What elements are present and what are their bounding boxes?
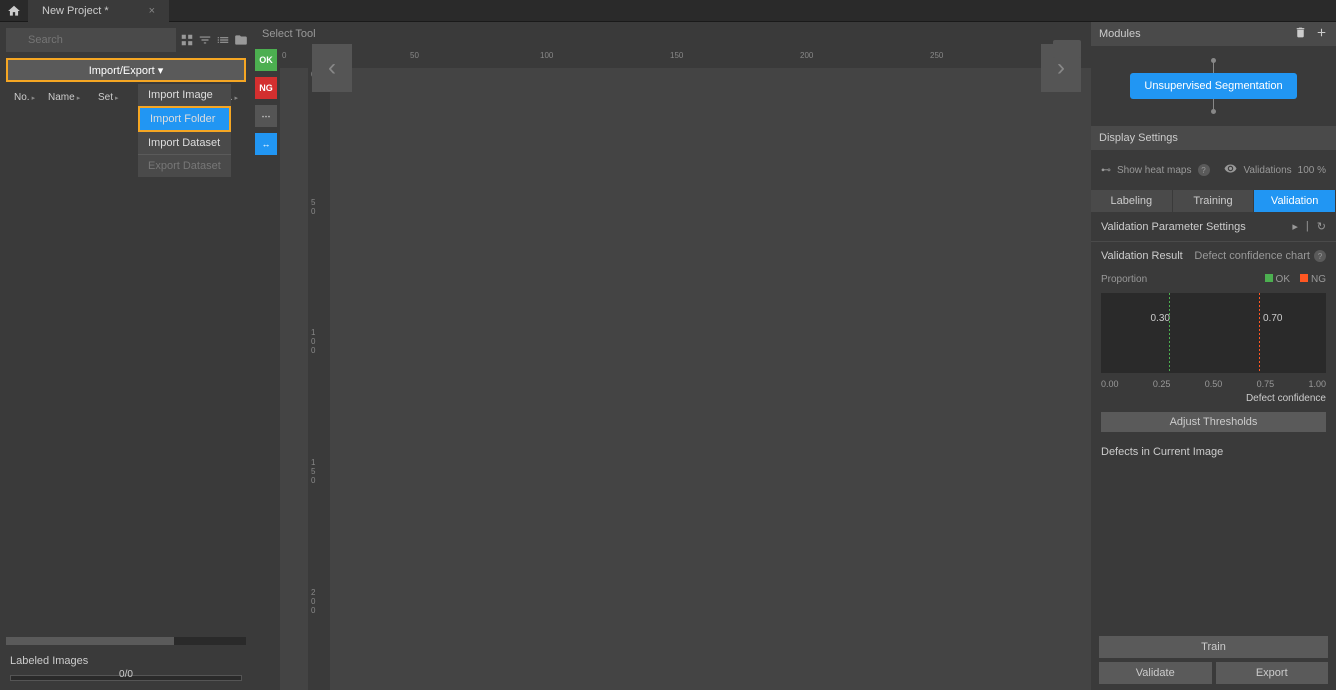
threshold-ng-line[interactable] (1259, 293, 1260, 373)
expand-icon[interactable]: ▸ (1292, 220, 1298, 233)
project-tab[interactable]: New Project * × (28, 0, 169, 22)
defect-confidence-chart: 0.30 0.70 (1101, 293, 1326, 373)
x-axis-title: Defect confidence (1091, 391, 1336, 406)
filter-icon[interactable] (198, 28, 212, 52)
canvas-panel: Select Tool OK NG ⋯ ↔ 0 50 100 150 200 2… (252, 22, 1091, 690)
export-button[interactable]: Export (1216, 662, 1329, 684)
legend-ok-color (1265, 274, 1273, 282)
right-panel: Modules Unsupervised Segmentation Displa… (1091, 22, 1336, 690)
image-list (0, 109, 252, 633)
prev-image-button[interactable]: ‹ (312, 44, 352, 92)
adjust-thresholds-button[interactable]: Adjust Thresholds (1101, 412, 1326, 432)
close-tab-icon[interactable]: × (149, 5, 155, 17)
labeled-progress-text: 0/0 (10, 669, 242, 680)
help-icon[interactable]: ? (1198, 164, 1210, 176)
tab-validation[interactable]: Validation (1254, 190, 1336, 212)
menu-import-dataset[interactable]: Import Dataset (138, 132, 231, 154)
module-flow: Unsupervised Segmentation (1091, 46, 1336, 126)
tool-ng-button[interactable]: NG (255, 77, 277, 99)
tab-labeling[interactable]: Labeling (1091, 190, 1173, 212)
search-input[interactable] (6, 28, 176, 52)
defect-chart-label: Defect confidence chart (1194, 250, 1310, 262)
threshold-ok-line[interactable] (1169, 293, 1170, 373)
validation-params-label: Validation Parameter Settings (1101, 221, 1246, 233)
menu-import-image[interactable]: Import Image (138, 84, 231, 106)
reset-icon[interactable]: ↻ (1317, 220, 1326, 233)
module-node[interactable]: Unsupervised Segmentation (1130, 73, 1296, 99)
col-set[interactable]: Set (90, 89, 132, 106)
show-heat-maps-label: Show heat maps (1117, 165, 1192, 176)
col-no[interactable]: No. (6, 89, 40, 106)
select-tool-bar[interactable]: Select Tool (252, 22, 1091, 46)
menu-import-folder[interactable]: Import Folder (138, 106, 231, 132)
ruler-vertical: 0 50 100 150 200 (308, 68, 330, 690)
folder-icon[interactable] (234, 28, 248, 52)
list-icon[interactable] (216, 28, 230, 52)
menu-export-dataset: Export Dataset (138, 155, 231, 177)
import-export-button[interactable]: Import/Export ▾ Import Image Import Fold… (6, 58, 246, 82)
delete-module-icon[interactable] (1294, 26, 1307, 42)
modules-title: Modules (1099, 28, 1141, 40)
toggle-icon[interactable]: ⊷ (1101, 165, 1111, 176)
project-tab-title: New Project * (42, 5, 109, 17)
validations-label: Validations (1243, 165, 1291, 176)
tool-ok-button[interactable]: OK (255, 49, 277, 71)
col-name[interactable]: Name (40, 89, 90, 106)
defects-current-label: Defects in Current Image (1091, 438, 1336, 466)
ruler-horizontal: 0 50 100 150 200 250 300 (280, 46, 1091, 68)
train-button[interactable]: Train (1099, 636, 1328, 658)
proportion-label: Proportion (1101, 274, 1147, 285)
left-panel: Import/Export ▾ Import Image Import Fold… (0, 22, 252, 690)
chart-x-axis: 0.00 0.25 0.50 0.75 1.00 (1091, 377, 1336, 391)
labeled-images-title: Labeled Images (10, 655, 242, 667)
tool-palette: OK NG ⋯ ↔ (252, 46, 280, 690)
import-export-menu: Import Image Import Folder Import Datase… (138, 84, 231, 177)
validate-button[interactable]: Validate (1099, 662, 1212, 684)
add-module-icon[interactable] (1315, 26, 1328, 42)
view-mode-icon[interactable] (180, 28, 194, 52)
keyboard-icon[interactable] (1053, 40, 1081, 58)
eye-icon[interactable] (1224, 162, 1237, 178)
legend-ng-color (1300, 274, 1308, 282)
tool-clear-button[interactable]: ⋯ (255, 105, 277, 127)
validation-result-label: Validation Result (1101, 250, 1183, 262)
help-icon[interactable]: ? (1314, 250, 1326, 262)
tab-training[interactable]: Training (1173, 190, 1255, 212)
tool-move-button[interactable]: ↔ (255, 133, 277, 155)
horizontal-scrollbar[interactable] (6, 637, 246, 645)
home-button[interactable] (0, 0, 28, 22)
display-settings-header[interactable]: Display Settings (1091, 126, 1336, 150)
validations-pct: 100 % (1298, 165, 1326, 176)
